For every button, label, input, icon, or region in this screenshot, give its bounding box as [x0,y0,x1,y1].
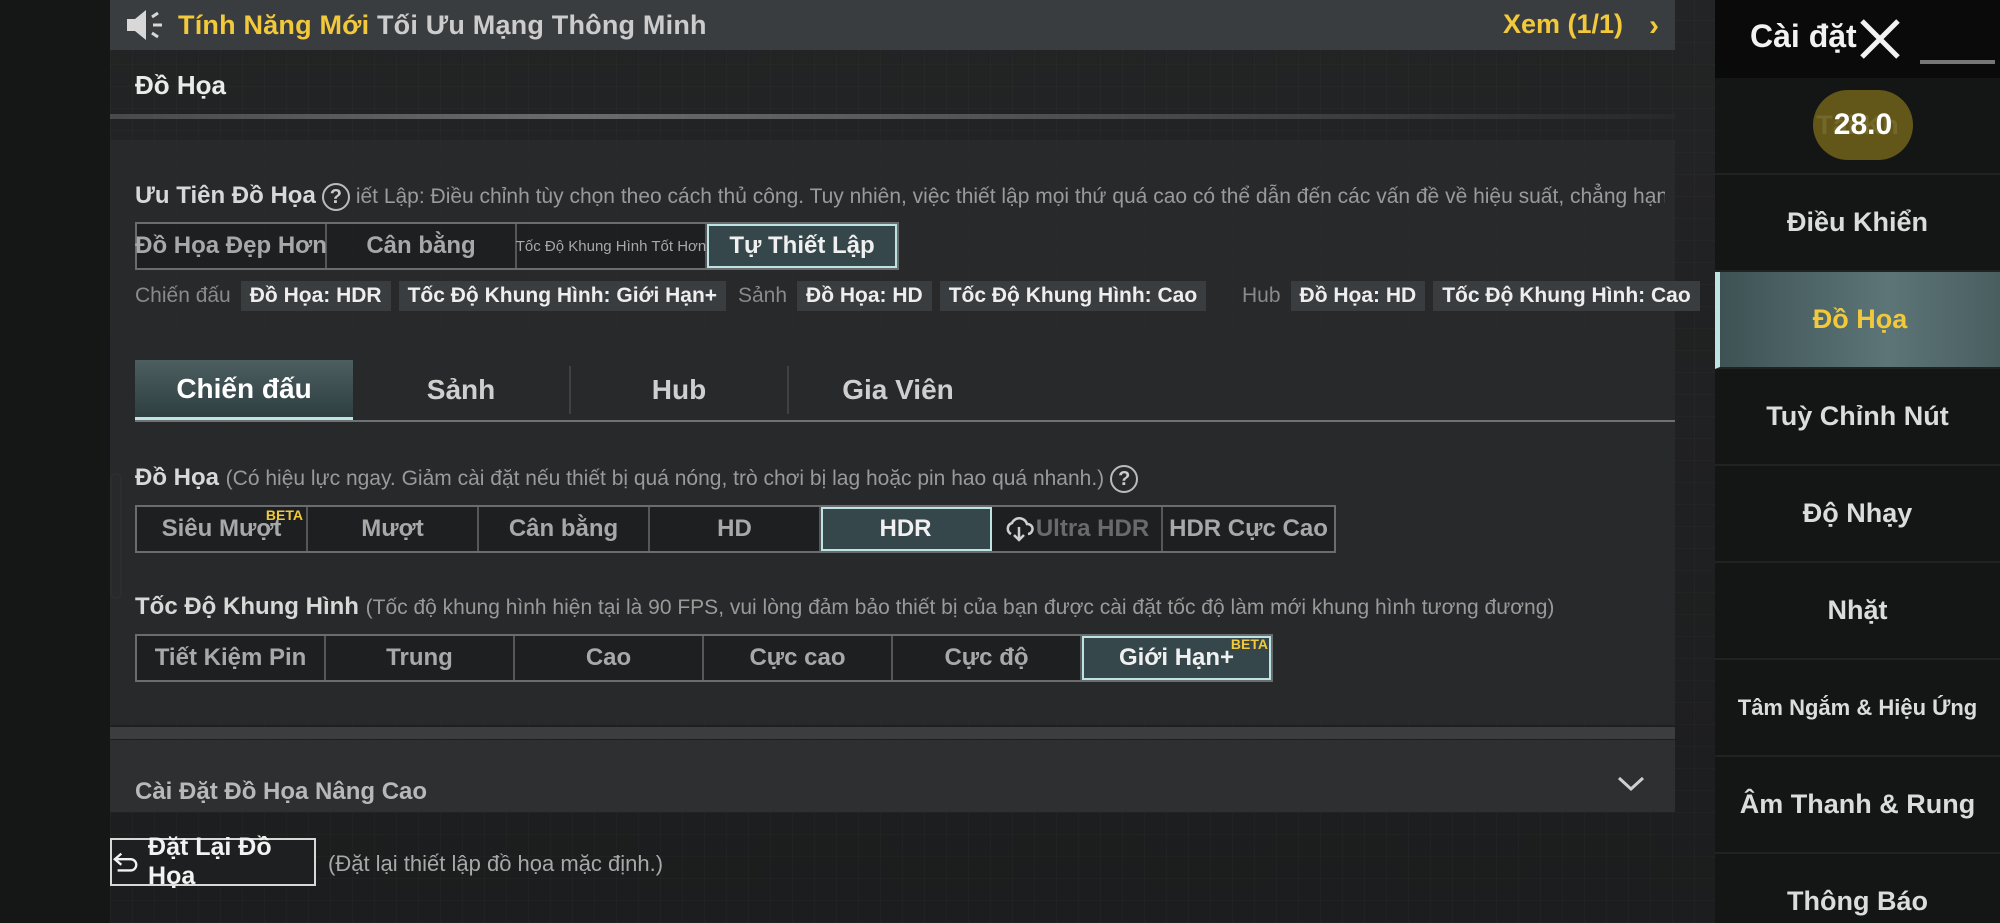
frame-rate-hint: (Tốc độ khung hình hiện tại là 90 FPS, v… [365,596,1555,619]
sidebar-item-sensitivity[interactable]: Độ Nhạy [1715,466,2000,563]
beta-badge: BETA [265,507,303,523]
option-label: Giới Hạn+ [1118,644,1235,671]
header-accent-line [1920,60,1995,64]
sidebar-item-pickup[interactable]: Nhặt [1715,563,2000,660]
fps-option-high[interactable]: Cao [515,636,704,680]
frame-rate-selector: Tiết Kiệm Pin Trung Cao Cực cao Cực độ G… [135,634,1273,682]
tab-home[interactable]: Gia Viên [789,366,1007,414]
graphics-priority-row: Ưu Tiên Đồ Họa? iết Lập: Điều chỉnh tùy c… [135,182,1665,211]
sidebar-menu: Tài Kh Điều Khiển Đồ Họa Tuỳ Chỉnh Nút Đ… [1715,78,2000,923]
graphics-option-super-smooth[interactable]: Siêu Mượt BETA [137,507,308,551]
fps-option-extreme[interactable]: Cực độ [893,636,1082,680]
undo-icon [113,852,138,872]
graphics-quality-label: Đồ Họa [135,464,219,491]
speaker-icon [127,10,162,40]
sidebar-item-graphics[interactable]: Đồ Họa [1715,272,2000,369]
summary-mode-label: Sảnh [738,284,788,307]
sidebar-item-controls[interactable]: Điều Khiển [1715,175,2000,272]
title-divider [110,114,1675,119]
fps-option-limit-plus[interactable]: Giới Hạn+ BETA [1082,636,1271,680]
help-icon[interactable]: ? [1110,464,1139,493]
graphics-quality-hint: (Có hiệu lực ngay. Giảm cài đặt nếu thiế… [225,467,1105,490]
priority-option-custom[interactable]: Tự Thiết Lập [707,224,897,268]
summary-fps-tag: Tốc Độ Khung Hình: Cao [1433,281,1700,311]
fps-option-power-saving[interactable]: Tiết Kiệm Pin [137,636,326,680]
announcement-bar[interactable]: Tính Năng Mới Tối Ưu Mạng Thông Minh Xem… [110,0,1675,50]
mode-summary-battle: Chiến đấu Đồ Họa: HDR Tốc Độ Khung Hình: G… [135,281,734,311]
chevron-right-icon[interactable]: › [1649,9,1659,43]
summary-mode-label: Chiến đấu [135,284,231,307]
announcement-body: Tối Ưu Mạng Thông Minh [369,9,707,40]
fps-counter-overlay: 28.0 [1813,90,1913,160]
sidebar-item-button-layout[interactable]: Tuỳ Chỉnh Nút [1715,369,2000,466]
help-icon[interactable]: ? [321,182,350,211]
advanced-settings-label: Cài Đặt Đồ Họa Nâng Cao [135,778,428,805]
announcement-text: Tính Năng Mới Tối Ưu Mạng Thông Minh [178,10,707,41]
graphics-option-balanced[interactable]: Cân bằng [479,507,650,551]
sidebar-title: Cài đặt [1750,18,1857,54]
graphics-option-extreme-hdr[interactable]: HDR Cực Cao [1163,507,1334,551]
tab-lobby[interactable]: Sảnh [353,366,571,414]
summary-graphics-tag: Đồ Họa: HDR [240,281,391,311]
close-icon[interactable] [1858,17,1902,61]
summary-fps-tag: Tốc Độ Khung Hình: Cao [939,281,1207,311]
left-margin [0,0,110,923]
tab-hub[interactable]: Hub [571,366,789,414]
mode-tabs: Chiến đấu Sảnh Hub Gia Viên [135,360,1675,422]
beta-badge: BETA [1230,636,1268,652]
graphics-priority-hint: iết Lập: Điều chỉnh tùy chọn theo cách t… [355,185,1665,208]
announcement-highlight: Tính Năng Mới [178,9,370,40]
priority-option-better-graphics[interactable]: Đồ Họa Đẹp Hơn [135,224,327,268]
priority-option-balanced[interactable]: Cân bằng [327,224,517,268]
sidebar-item-notifications[interactable]: Thông Báo [1715,854,2000,923]
chevron-down-icon[interactable] [1617,774,1645,794]
cloud-download-icon [1006,517,1034,542]
fps-option-ultra[interactable]: Cực cao [704,636,893,680]
option-label: Ultra HDR [1035,515,1150,542]
fps-option-medium[interactable]: Trung [326,636,515,680]
graphics-option-hd[interactable]: HD [650,507,821,551]
mode-summary-lobby: Sảnh Đồ Họa: HD Tốc Độ Khung Hình: Cao [738,281,1214,311]
summary-mode-label: Hub [1242,284,1281,307]
priority-option-better-fps[interactable]: Tốc Độ Khung Hình Tốt Hơn [516,224,707,268]
tab-battle[interactable]: Chiến đấu [135,360,353,420]
frame-rate-label: Tốc Độ Khung Hình [135,593,359,620]
sidebar-header: Cài đặt [1715,0,2000,78]
option-label: Siêu Mượt [161,515,282,542]
reset-label: Đặt Lại Đồ Họa [148,833,272,890]
section-divider [110,727,1675,739]
reset-hint: (Đặt lại thiết lập đồ họa mặc định.) [328,851,664,876]
summary-graphics-tag: Đồ Họa: HD [797,281,932,311]
summary-graphics-tag: Đồ Họa: HD [1290,281,1426,311]
graphics-quality-row: Đồ Họa (Có hiệu lực ngay. Giảm cài đặt n… [135,464,1144,493]
graphics-option-hdr[interactable]: HDR [821,507,992,551]
page-title: Đồ Họa [135,70,226,100]
mode-summary-hub: Hub Đồ Họa: HD Tốc Độ Khung Hình: Cao [1242,281,1708,311]
summary-fps-tag: Tốc Độ Khung Hình: Giới Hạn+ [398,281,727,311]
view-announcement-link[interactable]: Xem (1/1) [1503,9,1623,40]
frame-rate-row: Tốc Độ Khung Hình (Tốc độ khung hình hiệ… [135,593,1554,621]
sidebar-item-crosshair-effects[interactable]: Tâm Ngắm & Hiệu Ứng [1715,660,2000,757]
graphics-priority-selector: Đồ Họa Đẹp Hơn Cân bằng Tốc Độ Khung Hìn… [135,222,899,270]
advanced-settings-collapsible[interactable]: Cài Đặt Đồ Họa Nâng Cao [110,740,1675,812]
reset-graphics-button[interactable]: Đặt Lại Đồ Họa [110,833,316,890]
graphics-priority-label: Ưu Tiên Đồ Họa [135,182,316,209]
graphics-option-ultra-hdr[interactable]: Ultra HDR [992,507,1163,551]
graphics-option-smooth[interactable]: Mượt [308,507,479,551]
graphics-quality-selector: Siêu Mượt BETA Mượt Cân bằng HD HDR Ultra… [135,505,1336,553]
sidebar-item-audio-vibration[interactable]: Âm Thanh & Rung [1715,757,2000,854]
